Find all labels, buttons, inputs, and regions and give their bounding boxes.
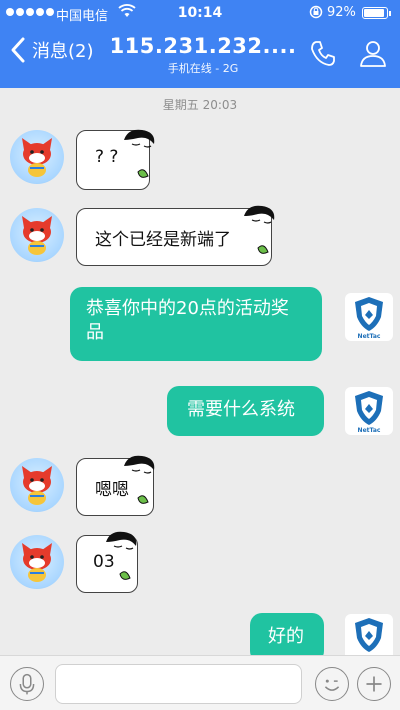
contact-avatar[interactable] <box>10 535 64 589</box>
fox-avatar-icon <box>22 138 52 177</box>
my-avatar[interactable]: NetTac <box>345 387 393 435</box>
battery-percent: 92% <box>327 5 356 20</box>
phone-call-button[interactable] <box>308 38 338 68</box>
message-bubble-outgoing[interactable]: 恭喜你中的20点的活动奖 品 <box>70 287 322 361</box>
message-text: 恭喜你中的20点的活动奖 <box>86 298 289 319</box>
contact-avatar[interactable] <box>10 130 64 184</box>
chat-subtitle: 手机在线 - 2G <box>167 62 239 75</box>
chevron-left-icon <box>11 37 25 63</box>
cartoon-girl-sticker-icon <box>124 455 155 504</box>
header-bar: 中国电信 10:14 92% 消息(2) 115.231.232.... 手机在… <box>0 0 400 88</box>
cartoon-girl-sticker-icon <box>124 129 155 178</box>
fox-avatar-icon <box>22 466 52 505</box>
emoji-button[interactable] <box>315 667 349 701</box>
rotation-lock-icon <box>309 5 323 19</box>
logo-text: NetTac <box>358 333 381 340</box>
contact-avatar[interactable] <box>10 458 64 512</box>
fox-avatar-icon <box>22 216 52 255</box>
message-text: 好的 <box>268 626 304 647</box>
my-avatar[interactable]: NetTac <box>345 293 393 341</box>
contact-avatar[interactable] <box>10 208 64 262</box>
voice-input-button[interactable] <box>10 667 44 701</box>
cartoon-girl-sticker-icon <box>106 531 137 580</box>
nettac-logo-icon: NetTac <box>355 391 383 434</box>
chat-title-block: 115.231.232.... 手机在线 - 2G <box>108 34 298 76</box>
message-input[interactable] <box>55 664 302 704</box>
back-label: 消息(2) <box>32 41 94 62</box>
message-input-bar <box>0 655 400 710</box>
add-attachment-button[interactable] <box>357 667 391 701</box>
profile-button[interactable] <box>358 38 388 68</box>
fox-avatar-icon <box>22 543 52 582</box>
battery-icon <box>362 7 391 19</box>
chat-title: 115.231.232.... <box>109 34 297 58</box>
chat-timestamp: 星期五 20:03 <box>162 98 238 112</box>
logo-text: NetTac <box>358 427 381 434</box>
message-text: 这个已经是新端了 <box>95 230 231 250</box>
status-bar: 中国电信 10:14 92% <box>0 0 400 26</box>
nettac-logo-icon: NetTac <box>355 297 383 340</box>
message-bubble-outgoing[interactable]: 需要什么系统 <box>167 386 324 436</box>
message-text: 需要什么系统 <box>187 399 295 420</box>
message-text: ? ? <box>95 147 119 167</box>
cartoon-girl-sticker-icon <box>244 205 275 254</box>
back-button[interactable]: 消息(2) <box>8 36 94 64</box>
message-text: 品 <box>86 322 104 343</box>
